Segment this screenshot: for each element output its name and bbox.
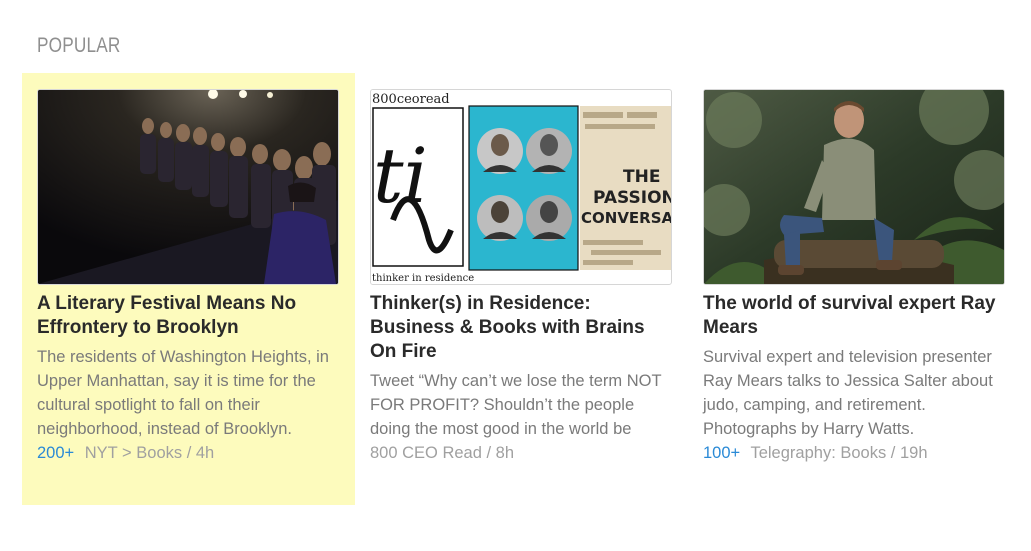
logo-text: 800ceoread — [372, 92, 450, 107]
story-meta: 100+ Telegraphy: Books / 19h — [703, 441, 1005, 465]
forest-portrait-photo — [704, 90, 1004, 284]
book-collage-image: 800ceoread ti thinker in residence THE P… — [371, 90, 671, 284]
story-summary: Tweet “Why can’t we lose the term NOT FO… — [370, 372, 662, 438]
story-summary: The residents of Washington Heights, in … — [37, 348, 329, 438]
story-source[interactable]: Telegraphy: Books / 19h — [750, 444, 927, 462]
story-thumbnail[interactable]: 800ceoread ti thinker in residence THE P… — [370, 89, 672, 285]
story-thumbnail[interactable] — [37, 89, 339, 285]
svg-text:THE: THE — [623, 167, 660, 187]
story-card[interactable]: The world of survival expert Ray Mears S… — [703, 89, 1005, 465]
share-count[interactable]: 200+ — [37, 444, 74, 462]
svg-text:PASSION: PASSION — [593, 188, 671, 208]
story-card[interactable]: 800ceoread ti thinker in residence THE P… — [370, 89, 672, 465]
story-headline[interactable]: A Literary Festival Means No Effrontery … — [37, 292, 339, 340]
story-headline[interactable]: The world of survival expert Ray Mears — [703, 292, 1005, 340]
story-headline[interactable]: Thinker(s) in Residence: Business & Book… — [370, 292, 672, 364]
cover-text: thinker in residence — [372, 273, 474, 284]
story-thumbnail[interactable] — [703, 89, 1005, 285]
story-summary: Survival expert and television presenter… — [703, 348, 993, 438]
stage-photo — [38, 90, 338, 284]
section-title: POPULAR — [37, 34, 121, 57]
story-card[interactable]: A Literary Festival Means No Effrontery … — [37, 89, 339, 465]
story-source[interactable]: NYT > Books / 4h — [85, 444, 214, 462]
story-source[interactable]: 800 CEO Read / 8h — [370, 444, 514, 462]
share-count[interactable]: 100+ — [703, 444, 740, 462]
book-title-text: CONVERSATION — [581, 209, 671, 227]
story-meta: 800 CEO Read / 8h — [370, 441, 672, 465]
story-meta: 200+ NYT > Books / 4h — [37, 441, 339, 465]
